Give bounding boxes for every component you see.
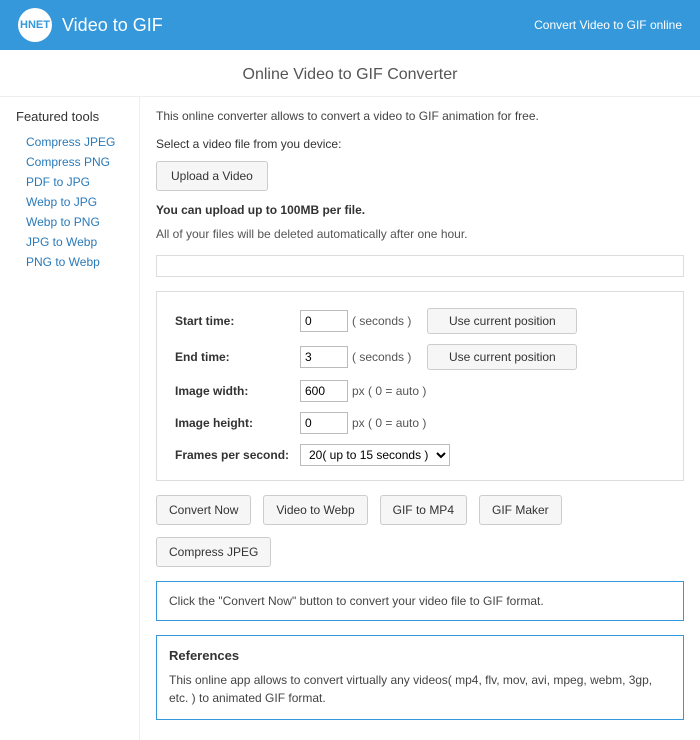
width-unit: px ( 0 = auto ) — [352, 384, 426, 398]
height-input[interactable] — [300, 412, 348, 434]
sidebar-item-webp-to-jpg[interactable]: Webp to JPG — [16, 192, 133, 212]
sidebar-item-compress-jpeg[interactable]: Compress JPEG — [16, 132, 133, 152]
width-input[interactable] — [300, 380, 348, 402]
row-width: Image width: px ( 0 = auto ) — [175, 380, 665, 402]
sidebar-item-compress-png[interactable]: Compress PNG — [16, 152, 133, 172]
end-time-label: End time: — [175, 350, 300, 364]
gif-maker-button[interactable]: GIF Maker — [479, 495, 562, 525]
header: HNET Video to GIF Convert Video to GIF o… — [0, 0, 700, 50]
end-seconds-unit: ( seconds ) — [352, 350, 411, 364]
width-label: Image width: — [175, 384, 300, 398]
upload-video-button[interactable]: Upload a Video — [156, 161, 268, 191]
use-current-position-end-button[interactable]: Use current position — [427, 344, 577, 370]
page-title: Online Video to GIF Converter — [0, 50, 700, 96]
sidebar-item-pdf-to-jpg[interactable]: PDF to JPG — [16, 172, 133, 192]
main: This online converter allows to convert … — [140, 97, 700, 740]
fps-label: Frames per second: — [175, 448, 300, 462]
brand-title: Video to GIF — [62, 15, 163, 36]
start-seconds-unit: ( seconds ) — [352, 314, 411, 328]
video-to-webp-button[interactable]: Video to Webp — [263, 495, 367, 525]
settings-panel: Start time: ( seconds ) Use current posi… — [156, 291, 684, 481]
fps-select[interactable]: 20( up to 15 seconds ) — [300, 444, 450, 466]
compress-jpeg-button[interactable]: Compress JPEG — [156, 537, 271, 567]
content-wrap: Featured tools Compress JPEG Compress PN… — [0, 96, 700, 740]
preview-placeholder — [156, 255, 684, 277]
height-unit: px ( 0 = auto ) — [352, 416, 426, 430]
gif-to-mp4-button[interactable]: GIF to MP4 — [380, 495, 467, 525]
header-link-convert[interactable]: Convert Video to GIF online — [534, 18, 682, 32]
sidebar: Featured tools Compress JPEG Compress PN… — [0, 97, 140, 740]
start-time-label: Start time: — [175, 314, 300, 328]
hint-text: Click the "Convert Now" button to conver… — [169, 594, 544, 608]
upload-limit-text: You can upload up to 100MB per file. — [156, 203, 684, 217]
action-row: Convert Now Video to Webp GIF to MP4 GIF… — [156, 495, 684, 567]
references-box: References This online app allows to con… — [156, 635, 684, 720]
hint-box: Click the "Convert Now" button to conver… — [156, 581, 684, 621]
convert-now-button[interactable]: Convert Now — [156, 495, 251, 525]
intro-text: This online converter allows to convert … — [156, 109, 684, 123]
start-time-input[interactable] — [300, 310, 348, 332]
references-text: This online app allows to convert virtua… — [169, 671, 671, 707]
sidebar-item-jpg-to-webp[interactable]: JPG to Webp — [16, 232, 133, 252]
row-height: Image height: px ( 0 = auto ) — [175, 412, 665, 434]
references-title: References — [169, 648, 671, 663]
row-start-time: Start time: ( seconds ) Use current posi… — [175, 308, 665, 334]
row-end-time: End time: ( seconds ) Use current positi… — [175, 344, 665, 370]
brand: HNET Video to GIF — [18, 8, 163, 42]
sidebar-item-webp-to-png[interactable]: Webp to PNG — [16, 212, 133, 232]
select-file-label: Select a video file from you device: — [156, 137, 684, 151]
delete-note: All of your files will be deleted automa… — [156, 227, 684, 241]
row-fps: Frames per second: 20( up to 15 seconds … — [175, 444, 665, 466]
sidebar-item-png-to-webp[interactable]: PNG to Webp — [16, 252, 133, 272]
logo-text: HNET — [20, 19, 50, 31]
logo-icon: HNET — [18, 8, 52, 42]
end-time-input[interactable] — [300, 346, 348, 368]
height-label: Image height: — [175, 416, 300, 430]
use-current-position-start-button[interactable]: Use current position — [427, 308, 577, 334]
sidebar-heading: Featured tools — [16, 109, 133, 124]
